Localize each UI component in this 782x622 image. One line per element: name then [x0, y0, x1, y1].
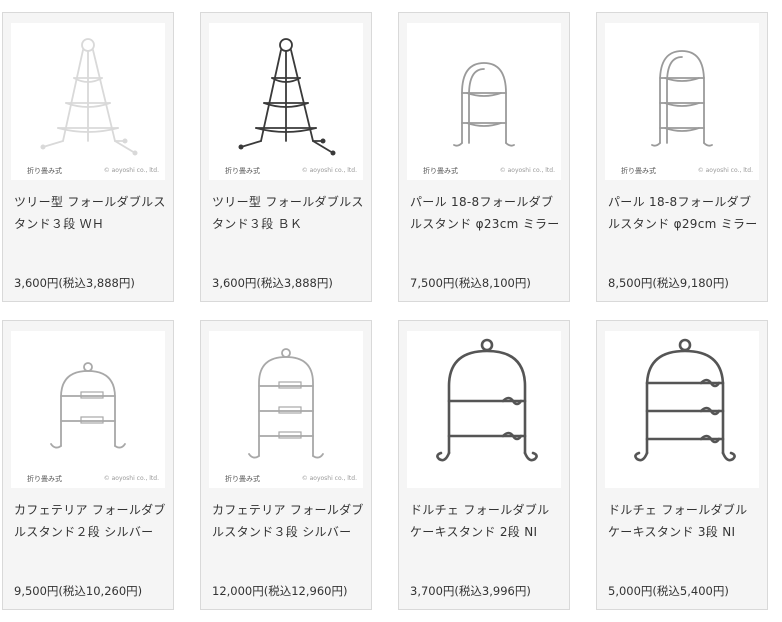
fold-label: 折り畳み式	[423, 167, 458, 175]
fold-label: 折り畳み式	[225, 475, 260, 483]
product-price: 9,500円(税込10,260円)	[14, 584, 143, 598]
fold-label: 折り畳み式	[621, 167, 656, 175]
copyright-text: © aoyoshi co., ltd.	[301, 475, 357, 482]
cake-stand-illustration	[453, 62, 515, 147]
product-price: 3,600円(税込3,888円)	[212, 276, 333, 290]
product-card[interactable]: 折り畳み式 © aoyoshi co., ltd. パール 18-8フォールダブ…	[398, 12, 570, 302]
fold-label: 折り畳み式	[27, 475, 62, 483]
product-price: 3,600円(税込3,888円)	[14, 276, 135, 290]
product-price: 7,500円(税込8,100円)	[410, 276, 531, 290]
product-name[interactable]: カフェテリア フォールダブルスタンド２段 シルバー	[14, 499, 169, 543]
product-price: 8,500円(税込9,180円)	[608, 276, 729, 290]
product-image[interactable]	[605, 331, 759, 488]
cake-stand-illustration	[50, 362, 126, 449]
copyright-text: © aoyoshi co., ltd.	[301, 167, 357, 174]
product-name[interactable]: ツリー型 フォールダブルスタンド３段 ＷＨ	[14, 191, 169, 235]
product-name[interactable]: パール 18-8フォールダブルスタンド φ29cm ミラー	[608, 191, 763, 235]
product-image[interactable]: 折り畳み式 © aoyoshi co., ltd.	[407, 23, 561, 180]
product-name[interactable]: ドルチェ フォールダブル ケーキスタンド 3段 NI	[608, 499, 763, 543]
product-card[interactable]: 折り畳み式 © aoyoshi co., ltd. パール 18-8フォールダブ…	[596, 12, 768, 302]
cake-stand-illustration	[238, 38, 336, 156]
product-card[interactable]: ドルチェ フォールダブル ケーキスタンド 2段 NI 3,700円(税込3,99…	[398, 320, 570, 610]
product-name[interactable]: ツリー型 フォールダブルスタンド３段 ＢＫ	[212, 191, 367, 235]
copyright-text: © aoyoshi co., ltd.	[499, 167, 555, 174]
cake-stand-illustration	[248, 348, 324, 459]
product-image[interactable]: 折り畳み式 © aoyoshi co., ltd.	[209, 23, 363, 180]
product-card[interactable]: 折り畳み式 © aoyoshi co., ltd. カフェテリア フォールダブル…	[200, 320, 372, 610]
cake-stand-illustration	[436, 338, 538, 462]
product-name[interactable]: ドルチェ フォールダブル ケーキスタンド 2段 NI	[410, 499, 565, 543]
fold-label: 折り畳み式	[225, 167, 260, 175]
product-image[interactable]: 折り畳み式 © aoyoshi co., ltd.	[11, 331, 165, 488]
product-image[interactable]: 折り畳み式 © aoyoshi co., ltd.	[11, 23, 165, 180]
product-card[interactable]: 折り畳み式 © aoyoshi co., ltd. カフェテリア フォールダブル…	[2, 320, 174, 610]
product-image[interactable]	[407, 331, 561, 488]
copyright-text: © aoyoshi co., ltd.	[103, 475, 159, 482]
copyright-text: © aoyoshi co., ltd.	[103, 167, 159, 174]
product-image[interactable]: 折り畳み式 © aoyoshi co., ltd.	[605, 23, 759, 180]
product-name[interactable]: カフェテリア フォールダブルスタンド３段 シルバー	[212, 499, 367, 543]
product-name[interactable]: パール 18-8フォールダブルスタンド φ23cm ミラー	[410, 191, 565, 235]
product-card[interactable]: 折り畳み式 © aoyoshi co., ltd. ツリー型 フォールダブルスタ…	[200, 12, 372, 302]
cake-stand-illustration	[634, 338, 736, 462]
cake-stand-illustration	[651, 50, 713, 147]
copyright-text: © aoyoshi co., ltd.	[697, 167, 753, 174]
product-price: 5,000円(税込5,400円)	[608, 584, 729, 598]
product-card[interactable]: 折り畳み式 © aoyoshi co., ltd. ツリー型 フォールダブルスタ…	[2, 12, 174, 302]
product-image[interactable]: 折り畳み式 © aoyoshi co., ltd.	[209, 331, 363, 488]
cake-stand-illustration	[40, 38, 138, 156]
product-price: 12,000円(税込12,960円)	[212, 584, 348, 598]
product-card[interactable]: ドルチェ フォールダブル ケーキスタンド 3段 NI 5,000円(税込5,40…	[596, 320, 768, 610]
product-price: 3,700円(税込3,996円)	[410, 584, 531, 598]
fold-label: 折り畳み式	[27, 167, 62, 175]
